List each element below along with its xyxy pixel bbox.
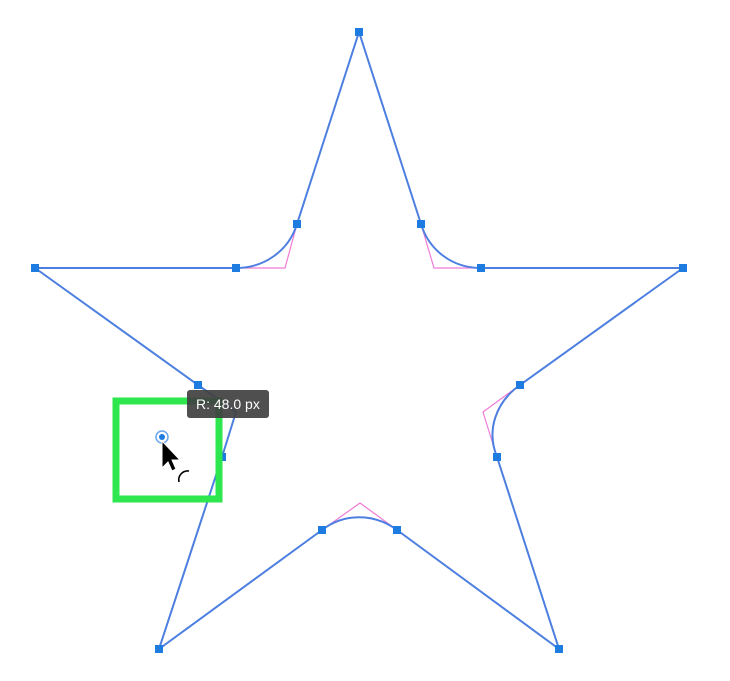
node-handle-right[interactable] (679, 264, 687, 272)
node-handles (31, 28, 687, 653)
node-handle-upper-left-inner-a[interactable] (293, 220, 301, 228)
node-handle-bottom-inner-a[interactable] (318, 526, 326, 534)
radius-tooltip: R: 48.0 px (187, 390, 269, 418)
star-path[interactable] (34, 31, 684, 650)
arc-hint-icon (177, 470, 190, 483)
node-handle-right-inner-b[interactable] (493, 453, 501, 461)
corner-guides (197, 223, 521, 531)
node-handle-left[interactable] (31, 264, 39, 272)
node-handle-bottom-right[interactable] (555, 645, 563, 653)
node-handle-left-inner-a[interactable] (194, 381, 202, 389)
node-handle-bottom-inner-b[interactable] (393, 526, 401, 534)
canvas[interactable] (0, 0, 730, 681)
arrow-cursor-icon (161, 439, 182, 472)
node-handle-upper-left-inner-b[interactable] (232, 264, 240, 272)
node-handle-top[interactable] (355, 28, 363, 36)
corner-guide-right (482, 384, 521, 458)
node-handle-upper-right-inner-a[interactable] (417, 220, 425, 228)
node-handle-upper-right-inner-b[interactable] (477, 264, 485, 272)
node-handle-right-inner-a[interactable] (516, 381, 524, 389)
node-handle-bottom-left[interactable] (155, 645, 163, 653)
